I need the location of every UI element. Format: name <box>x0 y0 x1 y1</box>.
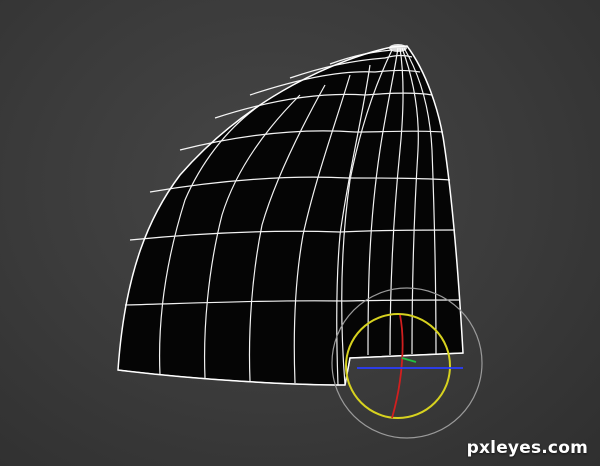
gizmo-y-axis-line[interactable] <box>401 357 417 363</box>
scene-canvas[interactable] <box>0 0 600 466</box>
watermark-text: pxleyes.com <box>466 438 588 458</box>
3d-viewport[interactable]: pxleyes.com <box>0 0 600 466</box>
dome-mesh[interactable] <box>117 45 464 386</box>
mesh-pole <box>389 44 407 52</box>
